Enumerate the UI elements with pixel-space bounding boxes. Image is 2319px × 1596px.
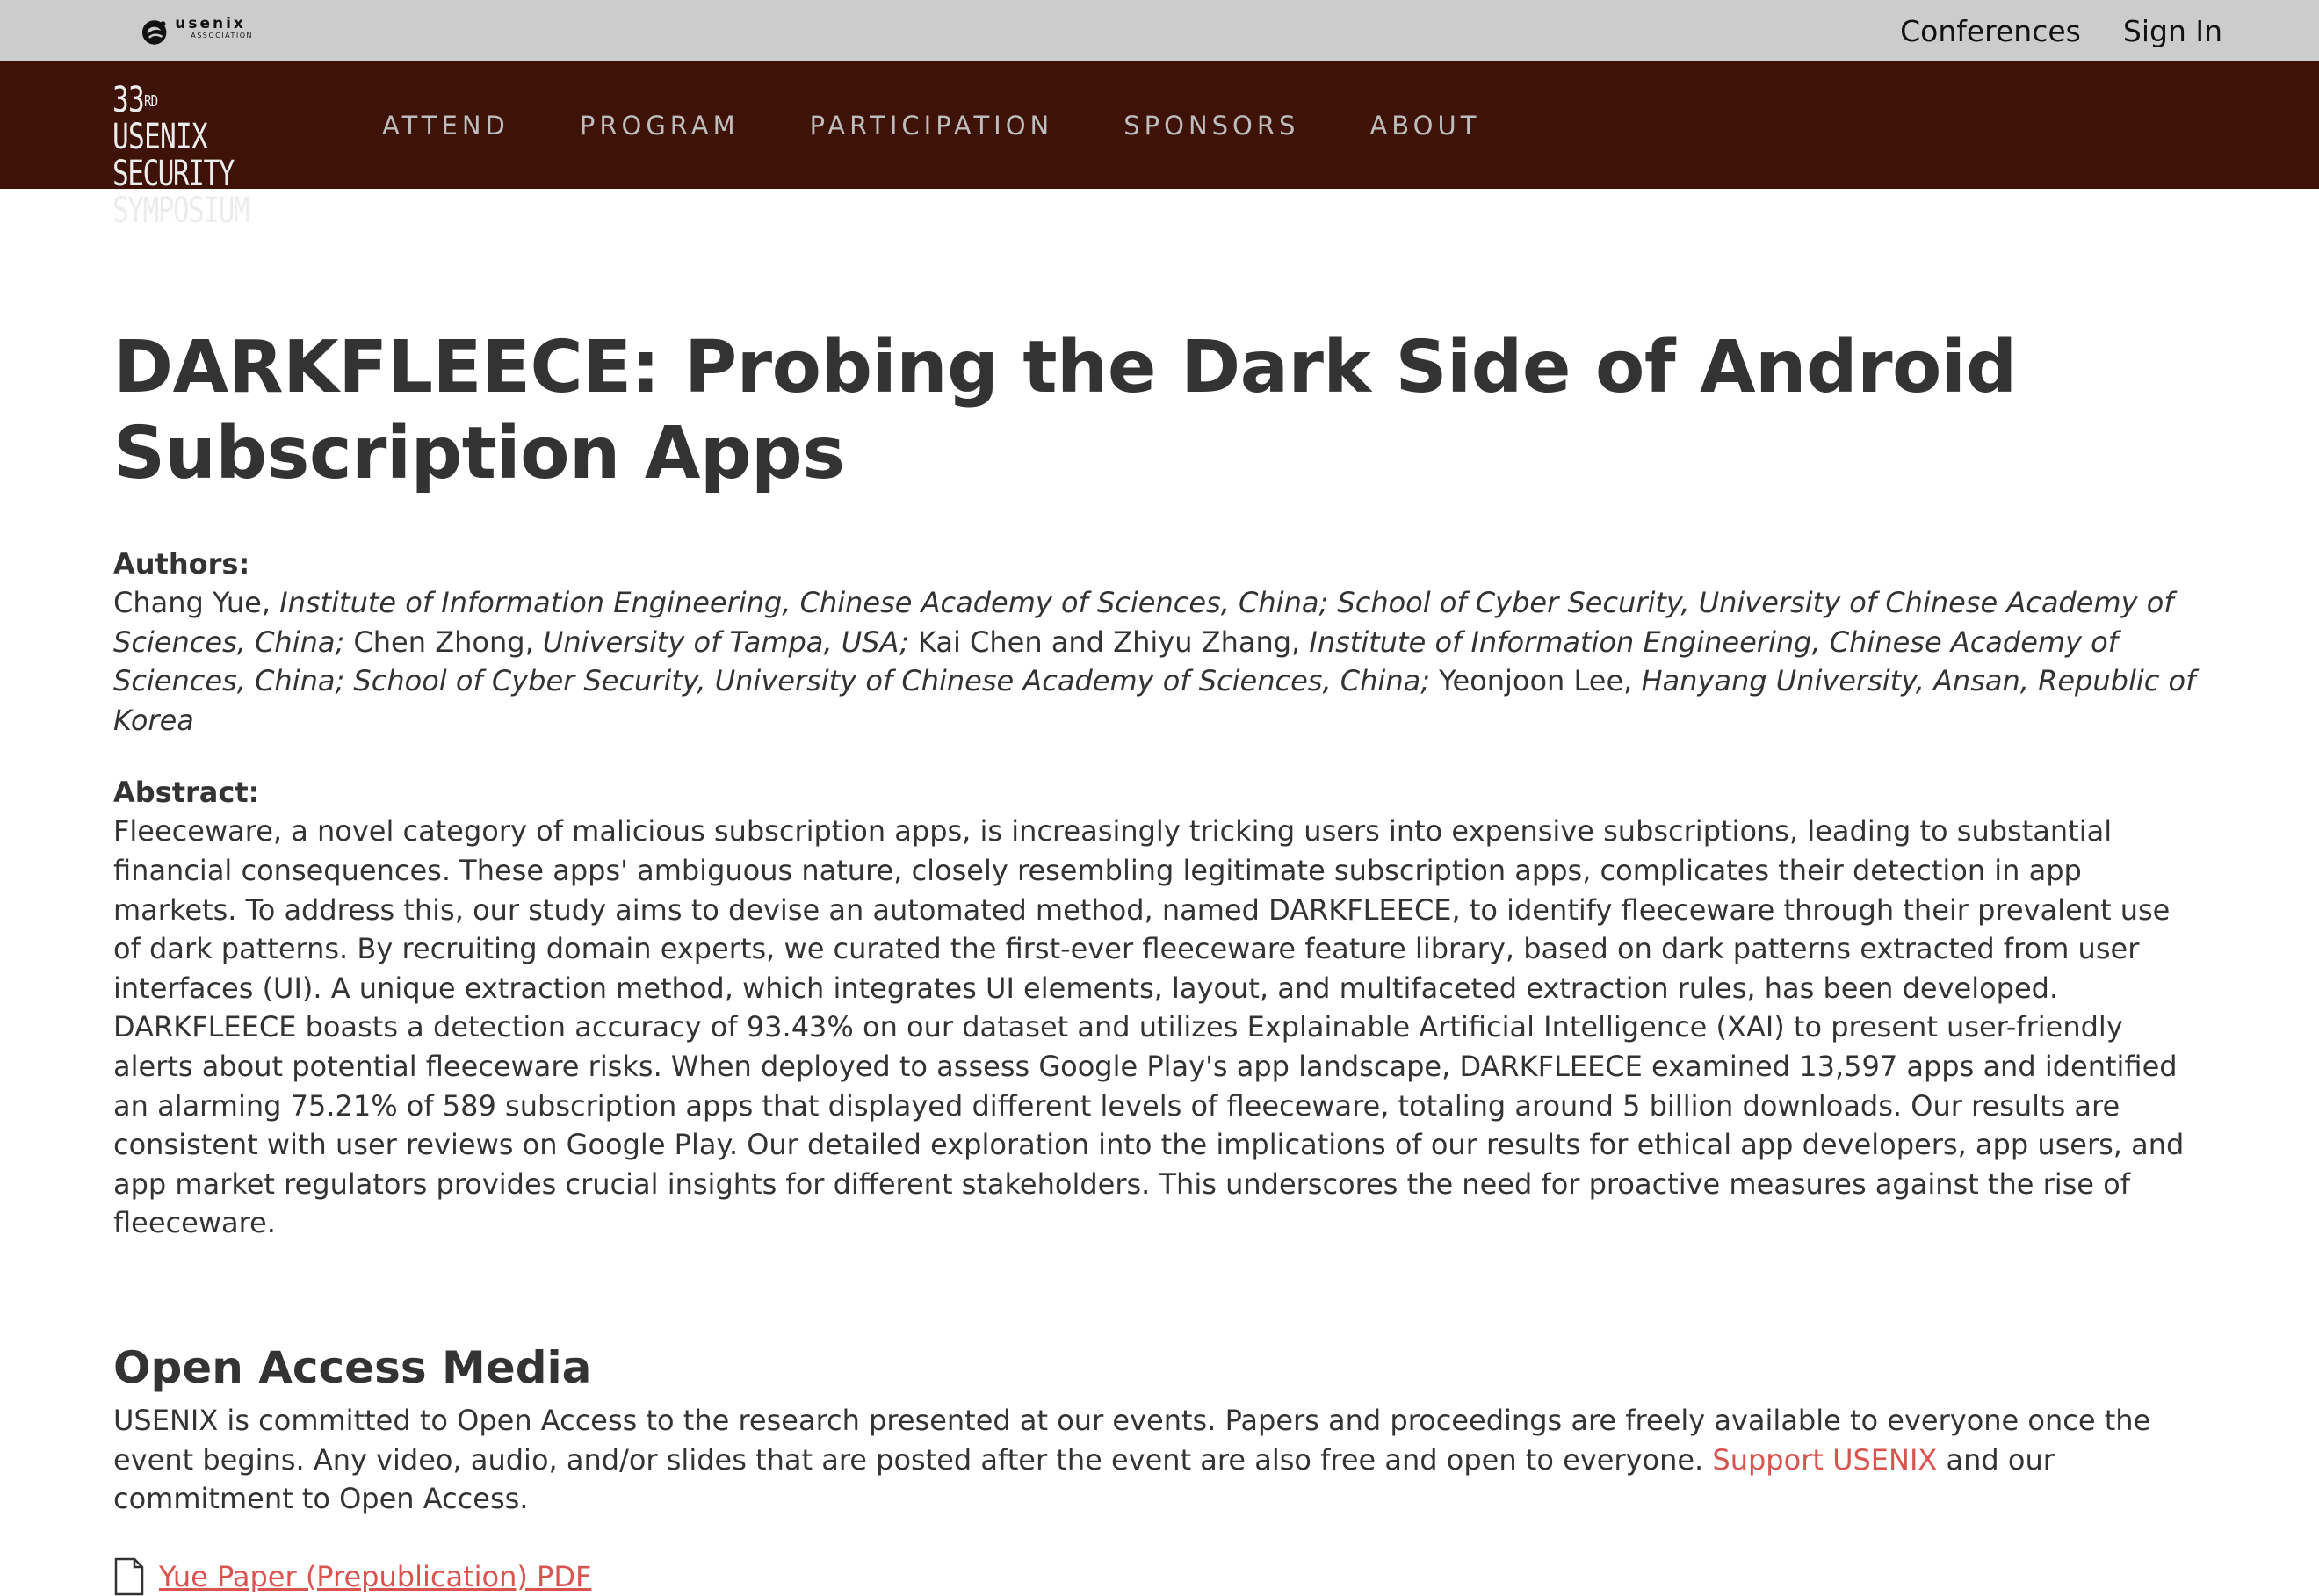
authors-list: Chang Yue, Institute of Information Engi… xyxy=(113,583,2204,740)
author-name: Chen Zhong, xyxy=(344,625,543,659)
symposium-logo-line1: 33RD USENIX xyxy=(112,80,208,157)
paper-pdf-link[interactable]: Yue Paper (Prepublication) PDF xyxy=(159,1557,591,1596)
authors-label: Authors: xyxy=(113,547,250,581)
symposium-logo[interactable]: 33RD USENIX SECURITY SYMPOSIUM xyxy=(112,80,264,229)
usenix-wordmark: usenix xyxy=(175,15,246,32)
usenix-association-logo[interactable]: usenix ASSOCIATION xyxy=(139,11,253,51)
symposium-logo-line2: SECURITY SYMPOSIUM xyxy=(112,154,250,231)
nav-menu: ATTEND PROGRAM PARTICIPATION SPONSORS AB… xyxy=(382,61,1550,189)
open-access-heading: Open Access Media xyxy=(113,1341,592,1393)
author-name: Chang Yue, xyxy=(113,586,280,619)
nav-item-participation[interactable]: PARTICIPATION xyxy=(810,111,1054,141)
nav-item-sponsors[interactable]: SPONSORS xyxy=(1123,111,1299,141)
nav-item-program[interactable]: PROGRAM xyxy=(580,111,740,141)
abstract-text: Fleeceware, a novel category of maliciou… xyxy=(113,814,2185,1240)
author-affiliation: University of Tampa, USA; xyxy=(542,625,909,659)
nav-item-attend[interactable]: ATTEND xyxy=(382,111,509,141)
document-icon xyxy=(114,1557,144,1595)
author-name: Yeonjoon Lee, xyxy=(1429,664,1642,698)
author-name: Kai Chen and Zhiyu Zhang, xyxy=(908,625,1310,659)
association-wordmark: ASSOCIATION xyxy=(191,32,253,40)
paper-content: DARKFLEECE: Probing the Dark Side of And… xyxy=(113,325,2204,1596)
top-utility-bar: usenix ASSOCIATION Conferences Sign In xyxy=(0,0,2319,61)
open-access-text: USENIX is committed to Open Access to th… xyxy=(113,1403,2151,1516)
sign-in-link[interactable]: Sign In xyxy=(2123,14,2222,48)
abstract-label: Abstract: xyxy=(113,776,260,810)
top-links: Conferences Sign In xyxy=(1900,0,2222,61)
pdf-download-row: Yue Paper (Prepublication) PDF xyxy=(113,1557,2204,1596)
support-usenix-link[interactable]: Support USENIX xyxy=(1712,1443,1937,1477)
conferences-link[interactable]: Conferences xyxy=(1900,14,2081,48)
authors-section: Authors: Chang Yue, Institute of Informa… xyxy=(113,545,2204,740)
abstract-section: Abstract: Fleeceware, a novel category o… xyxy=(113,773,2204,1243)
usenix-logo-icon xyxy=(141,20,167,45)
paper-title: DARKFLEECE: Probing the Dark Side of And… xyxy=(113,326,2017,495)
nav-item-about[interactable]: ABOUT xyxy=(1369,111,1480,141)
